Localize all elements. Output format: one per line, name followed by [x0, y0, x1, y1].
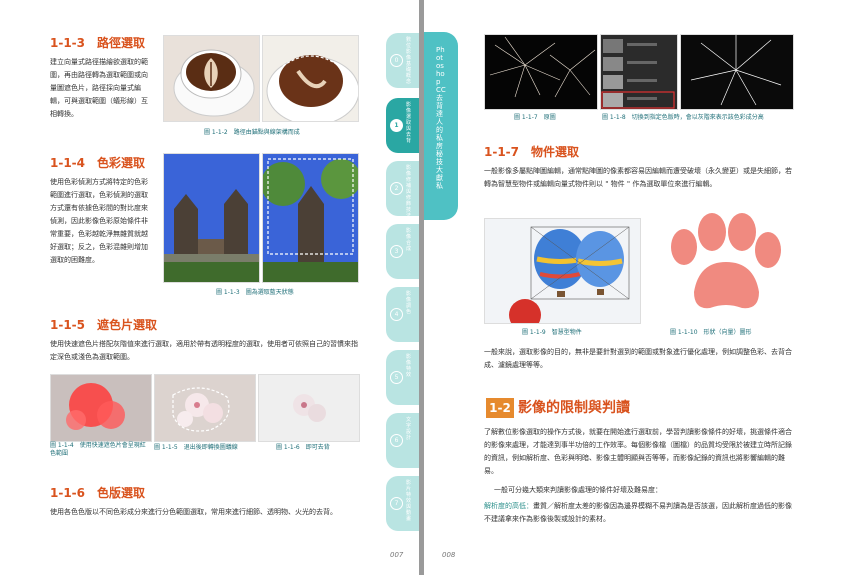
- chapter-tab-0[interactable]: 0 數位影像基礎概念: [386, 33, 420, 88]
- paragraph-1-1-4: 使用色彩偵測方式將特定的色彩範圍進行選取，色彩偵測的選取方式還有依據色彩間的對比…: [50, 178, 148, 264]
- caption-1-1-9: 圖 1-1-9 智慧型物件: [522, 329, 582, 336]
- page-number-right: 008: [442, 551, 456, 559]
- flower-cutout-photo: [258, 374, 360, 442]
- flower-selection-photo: [154, 374, 256, 442]
- page-number-left: 007: [390, 551, 404, 559]
- chapter-tab-1[interactable]: 1 影像選取與去背: [386, 98, 420, 153]
- heading-1-1-3: 1-1-3 路徑選取: [50, 36, 146, 50]
- chapter-tab-5[interactable]: 5 影像特效: [386, 350, 420, 405]
- paragraph-1-1-3: 建立向量式路徑描繪欲選取的範圍，再由路徑轉為選取範圍或向量圖遮色片，路徑採向量式…: [50, 58, 148, 118]
- paw-shape-image: [654, 212, 794, 322]
- caption-1-1-6: 圖 1-1-6 即可去背: [276, 444, 330, 451]
- paragraph-1-2-intro: 了解數位影像選取的操作方式後，就要在開始進行選取前，學習判讀影像條件的好壞，挑選…: [484, 428, 792, 475]
- caption-1-1-8: 圖 1-1-8 切換到指定色版時，會以灰階來表示該色彩成分高: [602, 114, 764, 121]
- caption-1-1-10: 圖 1-1-10 形狀（向量）圖形: [670, 329, 752, 336]
- heading-1-1-5: 1-1-5 遮色片選取: [50, 318, 158, 332]
- chapter-tab-4[interactable]: 4 影像調色: [386, 287, 420, 342]
- fireworks-original-photo: [484, 34, 598, 110]
- chapter-tab-7[interactable]: 7 影片特效與動畫: [386, 476, 420, 531]
- caption-1-1-7: 圖 1-1-7 原圖: [514, 114, 556, 121]
- hot-air-balloon-photo: [484, 218, 641, 324]
- caption-1-1-2: 圖 1-1-2 路徑由錨點與線架構而成: [204, 129, 300, 136]
- heading-1-1-6: 1-1-6 色版選取: [50, 486, 146, 500]
- fireworks-channel-photo: [680, 34, 794, 110]
- paragraph-1-1-5: 使用快速遮色片搭配灰階值來進行選取，適用於帶有透明程度的選取，使用者可依照自己的…: [50, 340, 358, 361]
- chapter-tab-3[interactable]: 3 影像合成: [386, 224, 420, 279]
- heading-1-1-4: 1-1-4 色彩選取: [50, 156, 146, 170]
- chapter-tab-2[interactable]: 2 影像修補與修飾技法: [386, 161, 420, 219]
- paragraph-1-1-7: 一般影像多屬點陣圖編輯，通常點陣圖的像素都容易因編輯而遭受破壞（永久變更）或是失…: [484, 167, 792, 188]
- caption-1-1-3: 圖 1-1-3 圖為選取藍天狀態: [216, 289, 294, 296]
- chapter-title-tab: Photoshop CC 去背達人的私房秘技大獻私: [424, 32, 458, 220]
- right-page: Photoshop CC 去背達人的私房秘技大獻私 圖 1-1-7 原圖 圖 1…: [424, 0, 844, 575]
- paragraph-resolution: 解析度的高低：畫質／解析度太差的影像因為邊界模糊不易判讀為是否該選，因此解析度過…: [484, 500, 796, 526]
- coffee-cup-photo-2: [262, 35, 359, 122]
- caption-1-1-4: 圖 1-1-4 使用快速遮色片會呈現紅色範圍: [50, 442, 146, 457]
- paragraph-1-1-6: 使用各色色版以不同色彩成分來進行分色範圍選取，常用來進行細節、透明物、火光的去背…: [50, 508, 337, 516]
- flower-quickmask-photo: [50, 374, 152, 442]
- resolution-label: 解析度的高低：: [484, 502, 533, 510]
- coffee-cup-photo-1: [163, 35, 260, 122]
- temple-photo-2: [262, 153, 359, 283]
- paragraph-1-2-categories: 一般可分幾大類來判讀影像處理的條件好壞及難易度：: [494, 486, 662, 494]
- temple-photo-1: [163, 153, 260, 283]
- caption-1-1-5: 圖 1-1-5 退出後即轉換圖蟻線: [154, 444, 238, 451]
- paragraph-object-purpose: 一般來說，選取影像的目的，無非是要針對選到的範圍或對象進行優化處理，例如調整色彩…: [484, 348, 792, 369]
- chapter-tab-6[interactable]: 6 文字設計: [386, 413, 420, 468]
- channels-panel-screenshot: [600, 34, 678, 110]
- left-page: 1-1-3 路徑選取 建立向量式路徑描繪欲選取的範圍，再由路徑轉為選取範圍或向量…: [0, 0, 420, 575]
- heading-1-1-7: 1-1-7 物件選取: [484, 145, 580, 159]
